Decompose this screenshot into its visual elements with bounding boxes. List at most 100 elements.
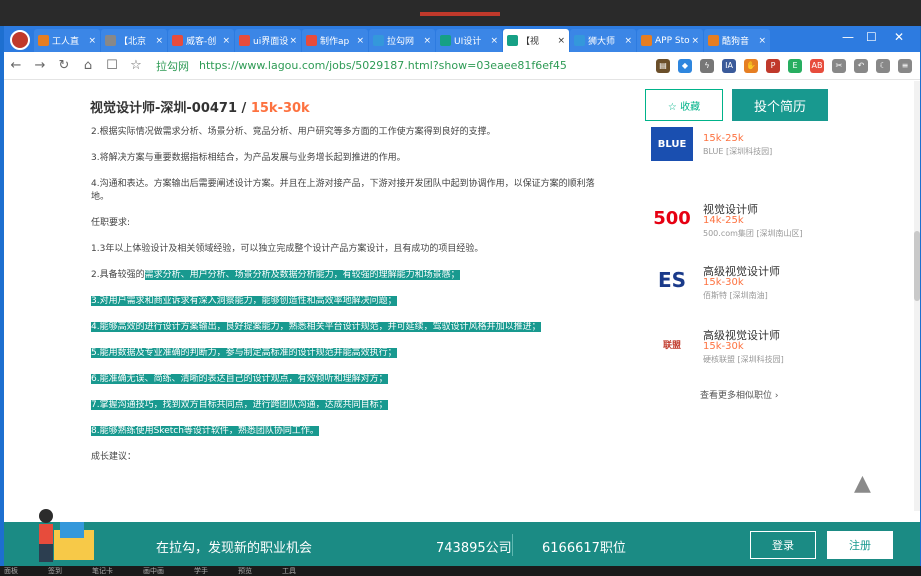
scrollbar[interactable] — [914, 81, 920, 511]
tab-label: 工人直 — [52, 37, 80, 47]
browser-tab[interactable]: 【北京 × — [101, 29, 167, 52]
banner-slogan: 在拉勾，发现新的职业机会 — [156, 541, 313, 556]
chevron-right-icon: › — [774, 391, 779, 401]
taskbar-item[interactable]: 笔记卡 — [92, 566, 113, 576]
undo-icon[interactable]: ↶ — [854, 58, 868, 73]
home-icon[interactable]: ⌂ — [76, 58, 100, 73]
star-icon[interactable]: ☆ — [124, 58, 148, 73]
tab-label: APP Sto — [655, 35, 690, 46]
desc-line-highlighted: 2.具备较强的需求分析、用户分析、场景分析及数据分析能力，有较强的理解能力和场景… — [91, 269, 601, 282]
tab-label: 拉勾网 — [387, 37, 415, 47]
minimize-button[interactable]: — — [842, 30, 854, 44]
tab-close-icon[interactable]: × — [88, 36, 96, 46]
bookmark-icon[interactable]: ☐ — [100, 58, 124, 73]
browser-tab[interactable]: 酷狗音 × — [704, 29, 770, 52]
browser-tab[interactable]: 威客-创 × — [168, 29, 234, 52]
similar-job-item[interactable]: ES 高级视觉设计师 15k-30k 佰斯特 [深圳南油] — [651, 263, 871, 307]
highlighted-text: 8.能够熟练使用Sketch等设计软件，熟悉团队协同工作。 — [91, 426, 319, 436]
signup-banner: 在拉勾，发现新的职业机会 743895公司 6166617职位 登录 注册 — [4, 509, 920, 566]
highlighted-text: 4.能够高效的进行设计方案输出，良好提案能力，熟悉相关平台设计规范，并可延续，驾… — [91, 322, 541, 332]
tab-label: UI设计 — [454, 37, 482, 47]
growth-heading: 成长建议： — [91, 452, 137, 462]
menu-icon[interactable]: ≡ — [898, 58, 912, 73]
tab-close-icon[interactable]: × — [222, 36, 230, 46]
hand-icon[interactable]: ✋ — [744, 58, 758, 73]
register-button[interactable]: 注册 — [827, 531, 893, 559]
tab-close-icon[interactable]: × — [624, 36, 632, 46]
similar-job-item[interactable]: 500 视觉设计师 14k-25k 500.com集团 [深圳南山区] — [651, 201, 871, 245]
desc-line-highlighted: 4.能够高效的进行设计方案输出，良好提案能力，熟悉相关平台设计规范，并可延续，驾… — [91, 321, 601, 334]
job-salary: 15k-30k — [250, 101, 310, 116]
browser-tab[interactable]: 【视 × — [503, 29, 569, 52]
login-button[interactable]: 登录 — [750, 531, 816, 559]
collect-button[interactable]: ☆ 收藏 — [645, 89, 723, 121]
top-strip — [0, 0, 921, 26]
paw-icon — [574, 35, 585, 46]
taskbar-item[interactable]: 工具 — [282, 566, 296, 576]
desc-line: 任职要求: — [91, 218, 131, 228]
evernote-icon[interactable]: E — [788, 58, 802, 73]
tab-close-icon[interactable]: × — [490, 36, 498, 46]
tab-bar: 工人直 × 【北京 × 威客-创 × ui界面设 × 制作ap × 拉勾网 × UI设计 × 【视 × 狮大师 ×… — [4, 26, 920, 52]
avatar[interactable] — [10, 30, 30, 50]
browser-tab[interactable]: APP Sto × — [637, 29, 703, 52]
browser-window: 工人直 × 【北京 × 威客-创 × ui界面设 × 制作ap × 拉勾网 × UI设计 × 【视 × 狮大师 ×… — [4, 26, 920, 566]
taskbar-item[interactable]: 预览 — [238, 566, 252, 576]
maximize-button[interactable]: ☐ — [866, 30, 877, 44]
tab-close-icon[interactable]: × — [557, 36, 565, 46]
highlighted-text: 3.对用户需求和商业诉求有深入洞察能力，能够创造性和高效率地解决问题； — [91, 296, 397, 306]
reload-icon[interactable]: ↻ — [52, 58, 76, 73]
shield-icon[interactable]: ◆ — [678, 58, 692, 73]
browser-tab[interactable]: 拉勾网 × — [369, 29, 435, 52]
taskbar-item[interactable]: 学手 — [194, 566, 208, 576]
highlighted-text: 6.能准确无误、简练、清晰的表达自己的设计观点，有效倾听和理解对方； — [91, 374, 388, 384]
tab-close-icon[interactable]: × — [155, 36, 163, 46]
browser-tab[interactable]: 制作ap × — [302, 29, 368, 52]
browser-tab[interactable]: ui界面设 × — [235, 29, 301, 52]
similar-job-item[interactable]: BLUE 15k-25k BLUE [深圳科技园] — [651, 127, 871, 167]
rocket-icon[interactable]: ▲ — [854, 471, 871, 496]
browser-tab[interactable]: 狮大师 × — [570, 29, 636, 52]
reader-icon[interactable]: ▤ — [656, 58, 670, 73]
tab-close-icon[interactable]: × — [289, 36, 297, 46]
tab-close-icon[interactable]: × — [691, 36, 699, 46]
tab-label: 制作ap — [320, 37, 350, 47]
person-illustration-icon — [39, 509, 94, 562]
back-icon[interactable]: ← — [4, 58, 28, 73]
job-title-text: 视觉设计师-深圳-00471 / — [90, 101, 251, 116]
similar-salary: 15k-25k — [703, 133, 744, 144]
p-icon[interactable]: P — [766, 58, 780, 73]
company-logo: 500 — [653, 207, 691, 229]
abp-icon[interactable]: AB — [810, 58, 824, 73]
apply-button[interactable]: 投个简历 — [732, 89, 828, 121]
moon-icon[interactable]: ☾ — [876, 58, 890, 73]
close-window-button[interactable]: ✕ — [894, 30, 904, 44]
more-similar-text: 查看更多相似职位 — [700, 391, 773, 401]
taskbar: 面板 签到 笔记卡 画中画 学手 预览 工具 — [0, 566, 921, 576]
lightning-icon[interactable]: ϟ — [700, 58, 714, 73]
desc-line-highlighted: 7.掌握沟通技巧，找到双方目标共同点，进行跨团队沟通，达成共同目标； — [91, 399, 601, 412]
tab-label: 狮大师 — [588, 37, 616, 47]
taskbar-item[interactable]: 面板 — [4, 566, 18, 576]
url-input[interactable]: https://www.lagou.com/jobs/5029187.html?… — [199, 59, 567, 72]
tab-label: ui界面设 — [253, 37, 289, 47]
hl-prefix: 2.具备较强的 — [91, 270, 145, 280]
taskbar-item[interactable]: 画中画 — [143, 566, 164, 576]
ia-icon[interactable]: IA — [722, 58, 736, 73]
similar-job-item[interactable]: 联盟 高级视觉设计师 15k-30k 硬核联盟 [深圳科技园] — [651, 327, 871, 371]
scissors-icon[interactable]: ✂ — [832, 58, 846, 73]
forward-icon[interactable]: → — [28, 58, 52, 73]
company-logo: ES — [657, 268, 687, 292]
desc-line: 2.根据实际情况做需求分析、场景分析、竞品分析、用户研究等多方面的工作使方案得到… — [91, 127, 496, 137]
app-icon — [641, 35, 652, 46]
browser-tab[interactable]: 工人直 × — [34, 29, 100, 52]
tab-close-icon[interactable]: × — [758, 36, 766, 46]
browser-tab[interactable]: UI设计 × — [436, 29, 502, 52]
tab-close-icon[interactable]: × — [423, 36, 431, 46]
app-icon — [708, 35, 719, 46]
taskbar-item[interactable]: 签到 — [48, 566, 62, 576]
scrollbar-thumb[interactable] — [914, 231, 920, 301]
more-similar-link[interactable]: 查看更多相似职位 › — [700, 388, 779, 401]
hand-icon — [105, 35, 116, 46]
tab-close-icon[interactable]: × — [356, 36, 364, 46]
